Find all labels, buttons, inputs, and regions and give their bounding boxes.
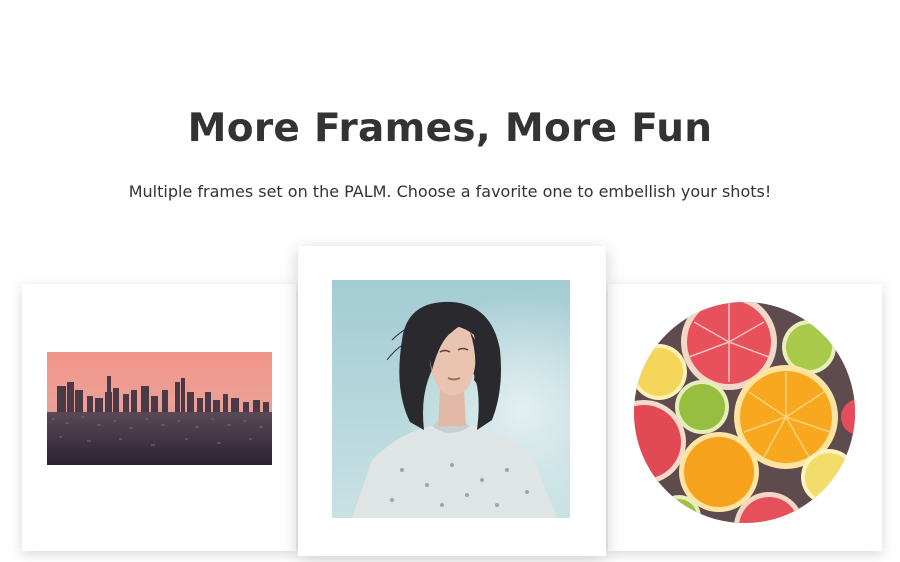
frame-card-circle[interactable] [608,284,882,551]
frame-card-rectangle[interactable] [22,284,296,551]
frames-section: More Frames, More Fun Multiple frames se… [0,0,900,562]
woman-portrait-photo [332,280,570,518]
frame-card-square[interactable] [298,246,606,556]
citrus-fruits-photo [634,302,855,523]
section-title: More Frames, More Fun [187,106,713,151]
city-skyline-photo [47,352,272,465]
section-subtitle: Multiple frames set on the PALM. Choose … [128,182,772,201]
